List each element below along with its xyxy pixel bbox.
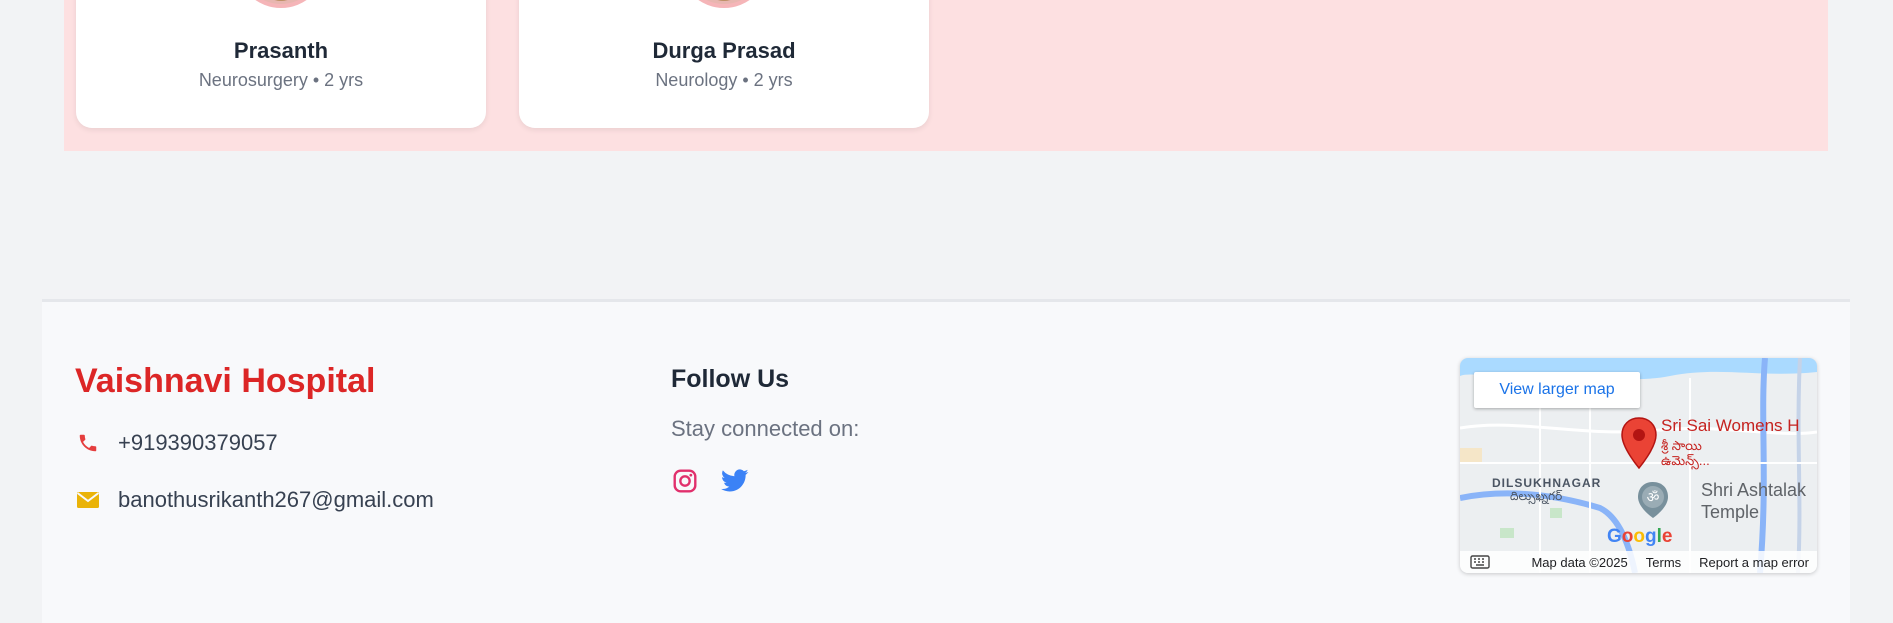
doctor-avatar	[236, 0, 326, 8]
doctor-avatar	[679, 0, 769, 8]
doctor-meta: Neurology • 2 yrs	[655, 70, 793, 90]
phone-number: +919390379057	[118, 430, 278, 455]
phone-contact[interactable]: +919390379057	[75, 430, 278, 456]
report-map-error-link[interactable]: Report a map error	[1699, 555, 1809, 570]
google-logo: Google	[1607, 526, 1673, 547]
doctor-card[interactable]: Durga Prasad Neurology • 2 yrs	[519, 0, 929, 128]
social-links	[671, 467, 749, 495]
email-address: banothusrikanth267@gmail.com	[118, 487, 434, 512]
envelope-icon	[75, 487, 101, 513]
twitter-icon[interactable]	[721, 467, 749, 495]
doctor-name: Durga Prasad	[652, 38, 796, 63]
place-name[interactable]: Sri Sai Womens H	[1661, 416, 1800, 436]
temple-name-line: Shri Ashtalak	[1701, 480, 1807, 500]
doctor-card[interactable]: Prasanth Neurosurgery • 2 yrs	[76, 0, 486, 128]
area-local-label: దిల్సుఖ్నగర్	[1510, 489, 1563, 503]
email-contact[interactable]: banothusrikanth267@gmail.com	[75, 487, 434, 513]
doctor-name: Prasanth	[233, 38, 329, 63]
location-map[interactable]: View larger map Sri Sai Womens H శ్రీ సా…	[1460, 358, 1817, 573]
map-pin-icon[interactable]	[1620, 416, 1658, 470]
view-larger-map-link[interactable]: View larger map	[1474, 372, 1640, 408]
phone-icon	[75, 430, 101, 456]
follow-title: Follow Us	[671, 365, 790, 393]
temple-icon[interactable]: ॐ	[1636, 480, 1670, 520]
map-attribution-bar: Map data ©2025 Terms Report a map error	[1460, 551, 1817, 573]
site-footer: Vaishnavi Hospital +919390379057 banothu…	[42, 299, 1850, 623]
map-data-label: Map data ©2025	[1531, 554, 1628, 570]
place-local-line: శ్రీ సాయి	[1661, 438, 1702, 453]
instagram-icon[interactable]	[671, 467, 699, 495]
temple-name-line: Temple	[1701, 502, 1760, 522]
follow-subtitle: Stay connected on:	[671, 416, 860, 441]
place-local-line: ఉమెన్స్...	[1661, 453, 1710, 468]
keyboard-icon[interactable]	[1470, 555, 1490, 569]
footer-brand: Vaishnavi Hospital	[75, 362, 376, 400]
terms-link[interactable]: Terms	[1646, 555, 1681, 570]
doctors-section: Prasanth Neurosurgery • 2 yrs Durga Pras…	[64, 0, 1828, 151]
svg-text:ॐ: ॐ	[1647, 490, 1660, 506]
place-local-name: శ్రీ సాయి ఉమెన్స్...	[1661, 438, 1710, 468]
temple-name[interactable]: Shri Ashtalak Temple	[1701, 479, 1806, 523]
doctor-meta: Neurosurgery • 2 yrs	[198, 70, 364, 90]
area-label: DILSUKHNAGAR	[1492, 476, 1602, 490]
